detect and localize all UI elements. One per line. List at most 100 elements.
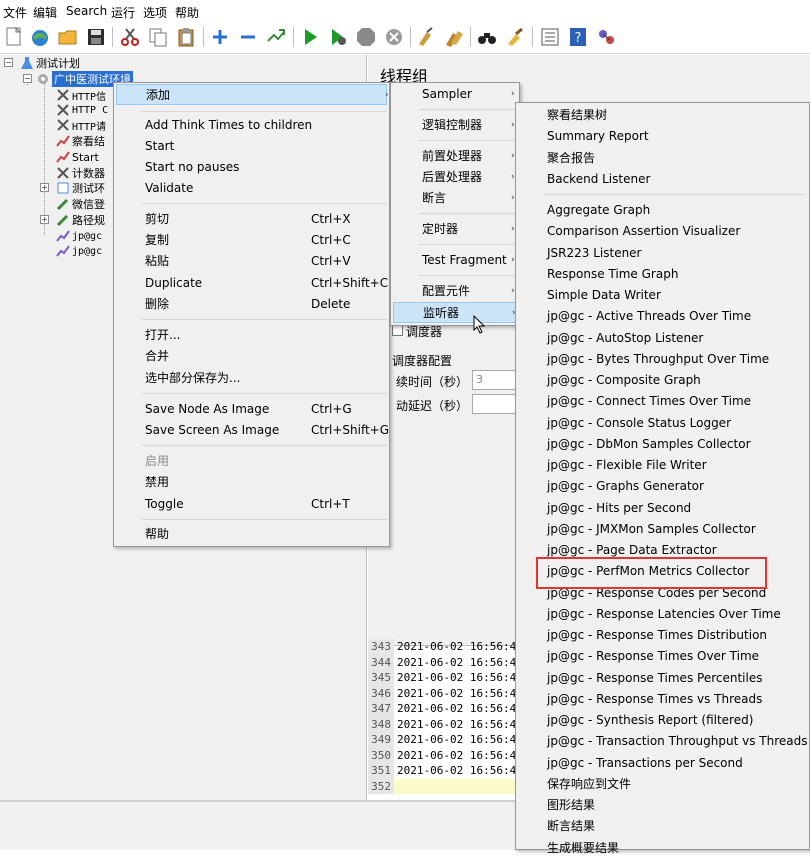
listener-item[interactable]: jp@gc - Active Threads Over Time — [518, 306, 807, 327]
listener-item[interactable]: 聚合报告 — [518, 148, 807, 169]
save-icon[interactable] — [84, 25, 108, 49]
paste-icon[interactable] — [174, 25, 198, 49]
toggle-icon[interactable] — [264, 25, 288, 49]
menu-item-listener[interactable]: 监听器 › — [393, 302, 517, 323]
menu-item-assertion[interactable]: 断言 › — [393, 188, 517, 209]
shutdown-icon[interactable] — [382, 25, 406, 49]
open-icon[interactable] — [56, 25, 80, 49]
tree-node-wechat-login[interactable]: 微信登 — [56, 196, 105, 212]
menu-item-save-screen-as-image[interactable]: Save Screen As Image Ctrl+Shift+G — [116, 420, 389, 441]
menu-item-copy[interactable]: 复制 Ctrl+C — [116, 230, 387, 251]
listener-item[interactable]: Comparison Assertion Visualizer — [518, 221, 807, 242]
start-no-pause-icon[interactable] — [326, 25, 350, 49]
log-viewer[interactable]: 343 2021-06-02 16:56:4 344 2021-06-02 16:56… — [368, 639, 518, 800]
listener-item[interactable]: jp@gc - Response Latencies Over Time — [518, 604, 807, 625]
menu-help[interactable]: 帮助 — [175, 4, 199, 21]
listener-item[interactable]: Response Time Graph — [518, 264, 807, 285]
menu-item-disable[interactable]: 禁用 — [116, 472, 387, 493]
clear-all-icon[interactable] — [442, 25, 466, 49]
listener-item[interactable]: Simple Data Writer — [518, 285, 807, 306]
collapse-root-toggle[interactable]: − — [4, 58, 13, 67]
expand-icon[interactable] — [208, 25, 232, 49]
collapse-icon[interactable] — [236, 25, 260, 49]
search-icon[interactable] — [475, 25, 499, 49]
listener-item[interactable]: 图形结果 — [518, 795, 807, 816]
startup-delay-input[interactable] — [472, 394, 516, 414]
listener-item[interactable]: 生成概要结果 — [518, 838, 807, 859]
menu-item-add-think-times[interactable]: Add Think Times to children — [116, 115, 387, 136]
new-icon[interactable] — [2, 25, 26, 49]
listener-item[interactable]: jp@gc - AutoStop Listener — [518, 328, 807, 349]
listener-item[interactable]: jp@gc - Response Times Distribution — [518, 625, 807, 646]
function-helper-icon[interactable] — [538, 25, 562, 49]
scheduler-checkbox[interactable] — [392, 325, 403, 336]
menu-item-add[interactable]: 添加 › — [116, 84, 389, 105]
menu-edit[interactable]: 编辑 — [33, 4, 57, 21]
cut-icon[interactable] — [118, 25, 142, 49]
menu-item-toggle[interactable]: Toggle Ctrl+T — [116, 494, 387, 515]
tree-node-view-results[interactable]: 察看结 — [56, 133, 105, 149]
listener-item[interactable]: jp@gc - Connect Times Over Time — [518, 391, 807, 412]
menu-item-open[interactable]: 打开... — [116, 325, 387, 346]
tree-node-start[interactable]: Start — [56, 149, 99, 165]
menu-item-pre-processor[interactable]: 前置处理器 › — [393, 146, 517, 167]
menu-item-start[interactable]: Start — [116, 136, 387, 157]
menu-item-cut[interactable]: 剪切 Ctrl+X — [116, 209, 387, 230]
menu-item-sampler[interactable]: Sampler › — [393, 84, 517, 105]
listener-item[interactable]: jp@gc - JMXMon Samples Collector — [518, 519, 807, 540]
listener-item[interactable]: jp@gc - Response Times Percentiles — [518, 668, 807, 689]
menu-item-timer[interactable]: 定时器 › — [393, 219, 517, 240]
expand-toggle[interactable]: + — [40, 183, 49, 192]
listener-item[interactable]: jp@gc - Transactions per Second — [518, 753, 807, 774]
menu-item-validate[interactable]: Validate — [116, 178, 387, 199]
reset-search-icon[interactable] — [503, 25, 527, 49]
menu-item-post-processor[interactable]: 后置处理器 › — [393, 167, 517, 188]
tree-node-http-1[interactable]: HTTP信 — [56, 87, 106, 103]
listener-item[interactable]: jp@gc - Graphs Generator — [518, 476, 807, 497]
remote-icon[interactable] — [594, 25, 618, 49]
listener-item[interactable]: 断言结果 — [518, 816, 807, 837]
menu-search[interactable]: Search — [66, 4, 107, 18]
clear-icon[interactable] — [414, 25, 438, 49]
templates-icon[interactable] — [28, 25, 52, 49]
menu-item-save-selection-as[interactable]: 选中部分保存为... — [116, 368, 387, 389]
listener-item[interactable]: Aggregate Graph — [518, 200, 807, 221]
menu-item-test-fragment[interactable]: Test Fragment › — [393, 250, 517, 271]
listener-item[interactable]: JSR223 Listener — [518, 243, 807, 264]
menu-item-merge[interactable]: 合并 — [116, 346, 387, 367]
menu-item-config-element[interactable]: 配置元件 › — [393, 281, 517, 302]
menu-item-save-node-as-image[interactable]: Save Node As Image Ctrl+G — [116, 399, 387, 420]
menu-item-help[interactable]: 帮助 — [116, 524, 387, 545]
tree-node-http-3[interactable]: HTTP请 — [56, 117, 106, 133]
tree-node-http-2[interactable]: HTTP C — [56, 102, 108, 118]
help-icon[interactable]: ? — [566, 25, 590, 49]
listener-item[interactable]: jp@gc - Bytes Throughput Over Time — [518, 349, 807, 370]
listener-item[interactable]: jp@gc - Composite Graph — [518, 370, 807, 391]
listener-item[interactable]: jp@gc - Response Times vs Threads — [518, 689, 807, 710]
tree-node-test-plan[interactable]: 测试计划 — [20, 55, 80, 71]
menu-options[interactable]: 选项 — [143, 4, 167, 21]
start-icon[interactable] — [298, 25, 322, 49]
listener-item[interactable]: jp@gc - Transaction Throughput vs Thread… — [518, 731, 807, 752]
menu-item-paste[interactable]: 粘贴 Ctrl+V — [116, 251, 387, 272]
listener-item[interactable]: jp@gc - Hits per Second — [518, 498, 807, 519]
listener-item[interactable]: 保存响应到文件 — [518, 774, 807, 795]
menu-file[interactable]: 文件 — [3, 4, 27, 21]
listener-item[interactable]: Backend Listener — [518, 169, 807, 190]
menu-item-start-no-pauses[interactable]: Start no pauses — [116, 157, 387, 178]
listener-item[interactable]: jp@gc - Synthesis Report (filtered) — [518, 710, 807, 731]
tree-node-path-planning[interactable]: 路径规 — [56, 212, 105, 228]
duration-input[interactable]: 3 — [472, 370, 516, 390]
menu-item-logic-controller[interactable]: 逻辑控制器 › — [393, 115, 517, 136]
stop-icon[interactable] — [354, 25, 378, 49]
menu-run[interactable]: 运行 — [111, 4, 135, 21]
listener-item[interactable]: jp@gc - Response Times Over Time — [518, 646, 807, 667]
menu-item-delete[interactable]: 删除 Delete — [116, 294, 387, 315]
tree-node-jpgc-1[interactable]: jp@gc — [56, 228, 102, 244]
listener-item[interactable]: jp@gc - DbMon Samples Collector — [518, 434, 807, 455]
tree-node-test-env[interactable]: 测试环 — [56, 180, 105, 196]
menu-item-duplicate[interactable]: Duplicate Ctrl+Shift+C — [116, 273, 388, 294]
listener-item[interactable]: Summary Report — [518, 126, 807, 147]
tree-node-jpgc-2[interactable]: jp@gc — [56, 243, 102, 259]
copy-icon[interactable] — [146, 25, 170, 49]
